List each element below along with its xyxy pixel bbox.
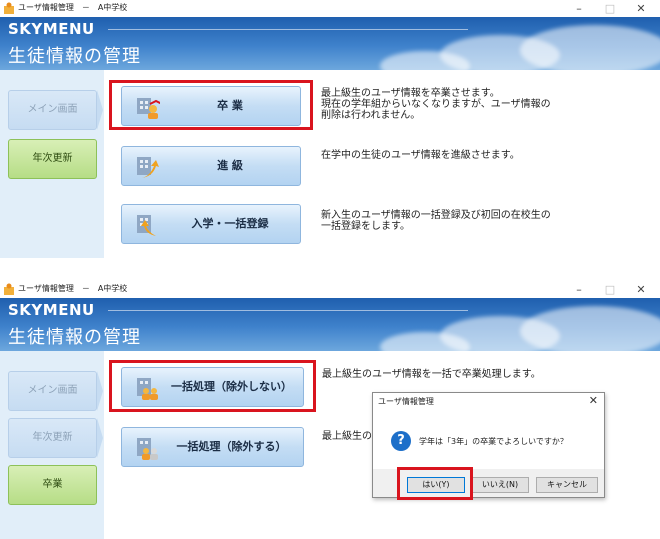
content-area: 卒 業 最上級生のユーザ情報を卒業させます。 現在の学年組からいなくなりますが、… <box>104 70 660 258</box>
app-icon <box>4 283 14 295</box>
app-header: SKYMENU 生徒情報の管理 <box>0 17 660 70</box>
window-title: ユーザ情報管理 － A中学校 <box>18 284 128 293</box>
maximize-button[interactable]: □ <box>597 281 623 298</box>
promotion-icon <box>137 157 159 178</box>
sidebar-item-graduation[interactable]: 卒業 <box>8 465 97 505</box>
app-icon <box>4 2 14 14</box>
graduation-button[interactable]: 卒 業 <box>121 86 301 126</box>
promotion-button[interactable]: 進 級 <box>121 146 301 186</box>
brand-logo: SKYMENU <box>8 301 95 319</box>
sidebar: メイン画面 年次更新 <box>0 70 104 258</box>
page-title: 生徒情報の管理 <box>8 327 141 348</box>
cancel-button[interactable]: キャンセル <box>536 477 598 493</box>
title-bar: ユーザ情報管理 － A中学校 – □ ✕ <box>0 281 660 298</box>
close-button[interactable]: ✕ <box>628 0 654 17</box>
batch-exclude-button-label: 一括処理（除外する） <box>176 440 287 453</box>
batch-exclude-icon <box>137 438 158 460</box>
window-title: ユーザ情報管理 － A中学校 <box>18 3 128 12</box>
minimize-button[interactable]: – <box>566 281 592 298</box>
batch-exclude-button[interactable]: 一括処理（除外する） <box>121 427 304 467</box>
highlight-frame <box>397 467 473 500</box>
batch-no-exclude-button[interactable]: 一括処理（除外しない） <box>121 367 304 407</box>
no-button[interactable]: いいえ(N) <box>471 477 529 493</box>
confirm-dialog: ユーザ情報管理 ✕ ? 学年は「3年」の卒業でよろしいですか？ はい(Y) いい… <box>372 392 605 500</box>
promotion-button-label: 進 級 <box>217 159 243 172</box>
graduation-button-label: 卒 業 <box>217 99 243 112</box>
sidebar-item-annual-update[interactable]: 年次更新 <box>8 418 97 458</box>
dialog-message: 学年は「3年」の卒業でよろしいですか？ <box>419 437 568 446</box>
sidebar-item-main-screen[interactable]: メイン画面 <box>8 90 97 130</box>
enrollment-button[interactable]: 入学・一括登録 <box>121 204 301 244</box>
sidebar-item-main-screen[interactable]: メイン画面 <box>8 371 97 411</box>
enrollment-description: 新入生のユーザ情報の一括登録及び初回の在校生の 一括登録をします。 <box>321 210 551 232</box>
page-title: 生徒情報の管理 <box>8 46 141 67</box>
main-window-graduation-menu: ユーザ情報管理 － A中学校 – □ ✕ SKYMENU 生徒情報の管理 メイン… <box>0 0 660 258</box>
sidebar: メイン画面 年次更新 卒業 <box>0 351 104 539</box>
app-header: SKYMENU 生徒情報の管理 <box>0 298 660 351</box>
promotion-description: 在学中の生徒のユーザ情報を進級させます。 <box>321 150 520 161</box>
enrollment-icon <box>137 215 156 236</box>
batch-exclude-description: 最上級生の <box>322 431 372 442</box>
maximize-button[interactable]: □ <box>597 0 623 17</box>
title-bar: ユーザ情報管理 － A中学校 – □ ✕ <box>0 0 660 17</box>
batch-no-exclude-button-label: 一括処理（除外しない） <box>171 380 292 393</box>
brand-logo: SKYMENU <box>8 20 95 38</box>
sidebar-item-annual-update[interactable]: 年次更新 <box>8 139 97 179</box>
graduation-icon <box>137 98 160 119</box>
dialog-close-button[interactable]: ✕ <box>589 394 598 407</box>
question-icon: ? <box>391 431 411 451</box>
dialog-title: ユーザ情報管理 <box>378 397 434 406</box>
enrollment-button-label: 入学・一括登録 <box>191 217 269 230</box>
minimize-button[interactable]: – <box>566 0 592 17</box>
close-button[interactable]: ✕ <box>628 281 654 298</box>
graduation-description: 最上級生のユーザ情報を卒業させます。 現在の学年組からいなくなりますが、ユーザ情… <box>321 88 551 121</box>
batch-no-exclude-description: 最上級生のユーザ情報を一括で卒業処理します。 <box>322 369 541 380</box>
batch-process-icon <box>137 378 158 400</box>
